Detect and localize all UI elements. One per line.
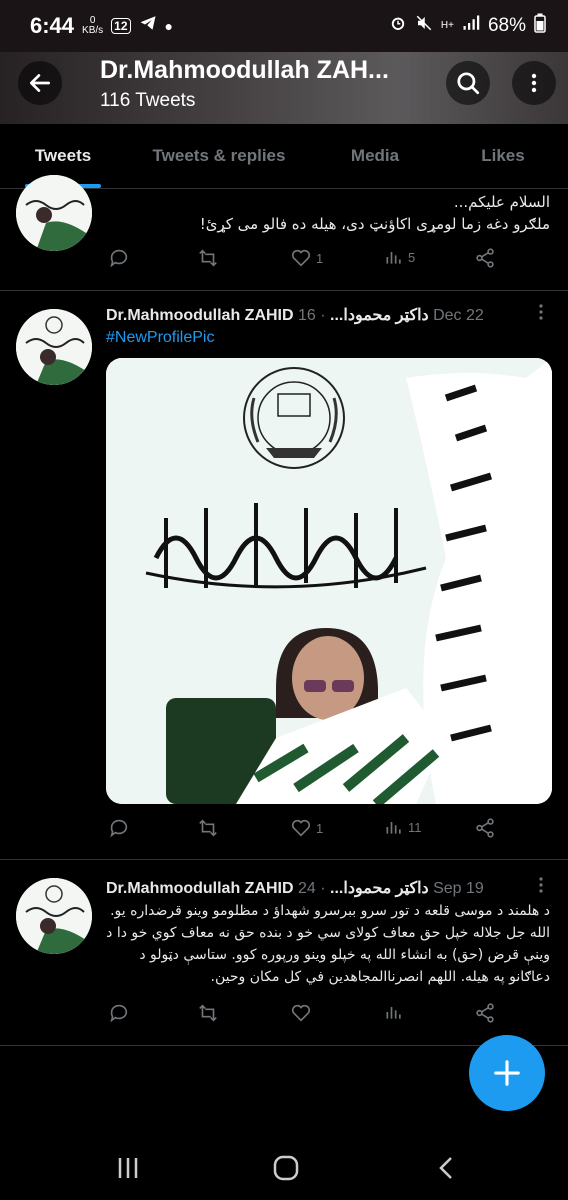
more-options-button[interactable]	[512, 61, 556, 105]
tab-likes[interactable]: Likes	[438, 124, 568, 188]
retweet-button[interactable]	[196, 817, 220, 839]
network-speed: 0 KB/s	[82, 15, 104, 36]
mute-icon	[415, 14, 433, 38]
tweet-more-button[interactable]	[534, 303, 548, 326]
views-button[interactable]: 5	[384, 247, 415, 267]
profile-header: Dr.Mahmoodullah ZAH... 116 Tweets	[0, 44, 568, 124]
system-back-button[interactable]	[426, 1150, 466, 1186]
reply-button[interactable]	[108, 247, 130, 269]
status-time: 6:44	[30, 13, 75, 38]
share-icon	[476, 1003, 494, 1023]
retweet-icon	[199, 819, 217, 837]
share-button[interactable]	[474, 817, 496, 839]
battery-level: 68%	[487, 15, 526, 36]
reply-icon	[110, 249, 128, 268]
tweet-text: السلام علیکم... ملګرو دغه زما لومړی اکاؤ…	[199, 193, 550, 233]
retweet-button[interactable]	[196, 247, 220, 269]
battery-icon	[534, 13, 546, 39]
dot-icon: ●	[164, 18, 173, 34]
tweet-media-image[interactable]	[106, 358, 552, 804]
more-vertical-icon	[539, 304, 543, 320]
share-button[interactable]	[474, 247, 496, 269]
author-name[interactable]: Dr.Mahmoodullah ZAHID داکټر محمودا...	[106, 880, 429, 897]
tweet-more-button[interactable]	[534, 876, 548, 899]
tweet-count: 116 Tweets	[100, 90, 196, 111]
more-vertical-icon	[539, 877, 543, 893]
profile-tabs: Tweets Tweets & replies Media Likes	[0, 124, 568, 189]
recent-apps-button[interactable]	[108, 1150, 148, 1186]
tweet-header: Dr.Mahmoodullah ZAHID داکټر محمودا... · …	[106, 305, 484, 325]
like-count: 1	[316, 820, 324, 836]
tab-media[interactable]: Media	[312, 124, 438, 188]
tab-tweets-replies[interactable]: Tweets & replies	[126, 124, 312, 188]
share-icon	[476, 248, 494, 268]
views-button[interactable]: 11	[384, 817, 422, 837]
profile-name-title: Dr.Mahmoodullah ZAH...	[100, 56, 389, 84]
views-chart-icon	[386, 252, 401, 264]
status-bar: 6:44 0 KB/s 12 ● H+ 68%	[0, 0, 568, 52]
avatar[interactable]	[16, 878, 92, 954]
alarm-icon	[389, 14, 407, 38]
avatar[interactable]	[16, 175, 92, 251]
avatar[interactable]	[16, 309, 92, 385]
like-button[interactable]: 1	[290, 817, 323, 839]
recents-icon	[118, 1158, 138, 1178]
retweet-icon	[199, 1004, 217, 1022]
reply-button[interactable]	[108, 1002, 130, 1024]
share-button[interactable]	[474, 1002, 496, 1024]
reply-icon	[110, 1004, 128, 1023]
network-type: H+	[440, 20, 454, 31]
more-vertical-icon	[531, 73, 537, 93]
back-button[interactable]	[18, 61, 62, 105]
like-button[interactable]	[290, 1002, 316, 1024]
tweet-actions: 1 5	[104, 247, 504, 277]
system-navigation-bar	[0, 1130, 568, 1200]
plus-icon	[494, 1060, 520, 1086]
author-name[interactable]: Dr.Mahmoodullah ZAHID داکټر محمودا...	[106, 307, 429, 324]
heart-icon	[291, 1004, 311, 1022]
hashtag-link[interactable]: #NewProfilePic	[106, 329, 214, 347]
compose-tweet-button[interactable]	[469, 1035, 545, 1111]
signal-icon	[462, 14, 480, 38]
search-icon	[457, 72, 480, 95]
retweet-icon	[199, 249, 217, 267]
chevron-left-icon	[439, 1157, 452, 1179]
view-count: 11	[408, 819, 422, 835]
share-icon	[476, 818, 494, 838]
reply-button[interactable]	[108, 817, 130, 839]
heart-icon	[291, 249, 311, 267]
tweet-item[interactable]: السلام علیکم... ملګرو دغه زما لومړی اکاؤ…	[0, 175, 568, 291]
telegram-icon	[139, 14, 157, 38]
views-button[interactable]	[384, 1002, 408, 1022]
arrow-left-icon	[29, 74, 51, 92]
like-count: 1	[316, 250, 324, 266]
home-button[interactable]	[266, 1150, 306, 1186]
tweet-text: د هلمند د موسی قلعه د تور سرو ببرسرو شهد…	[106, 903, 550, 985]
views-chart-icon	[386, 822, 401, 834]
tweet-item[interactable]: Dr.Mahmoodullah ZAHID داکټر محمودا... · …	[0, 291, 568, 860]
heart-icon	[291, 819, 311, 837]
view-count: 5	[408, 249, 416, 265]
tweet-actions	[104, 1002, 504, 1032]
retweet-button[interactable]	[196, 1002, 220, 1024]
tweet-header: Dr.Mahmoodullah ZAHID داکټر محمودا... · …	[106, 878, 484, 898]
views-chart-icon	[386, 1007, 401, 1019]
like-button[interactable]: 1	[290, 247, 323, 269]
tweet-item[interactable]: Dr.Mahmoodullah ZAHID داکټر محمودا... · …	[0, 860, 568, 1046]
home-icon	[273, 1155, 299, 1181]
notification-count-badge: 12	[111, 18, 131, 34]
search-button[interactable]	[446, 61, 490, 105]
reply-icon	[110, 819, 128, 838]
tweet-actions: 1 11	[104, 817, 504, 847]
